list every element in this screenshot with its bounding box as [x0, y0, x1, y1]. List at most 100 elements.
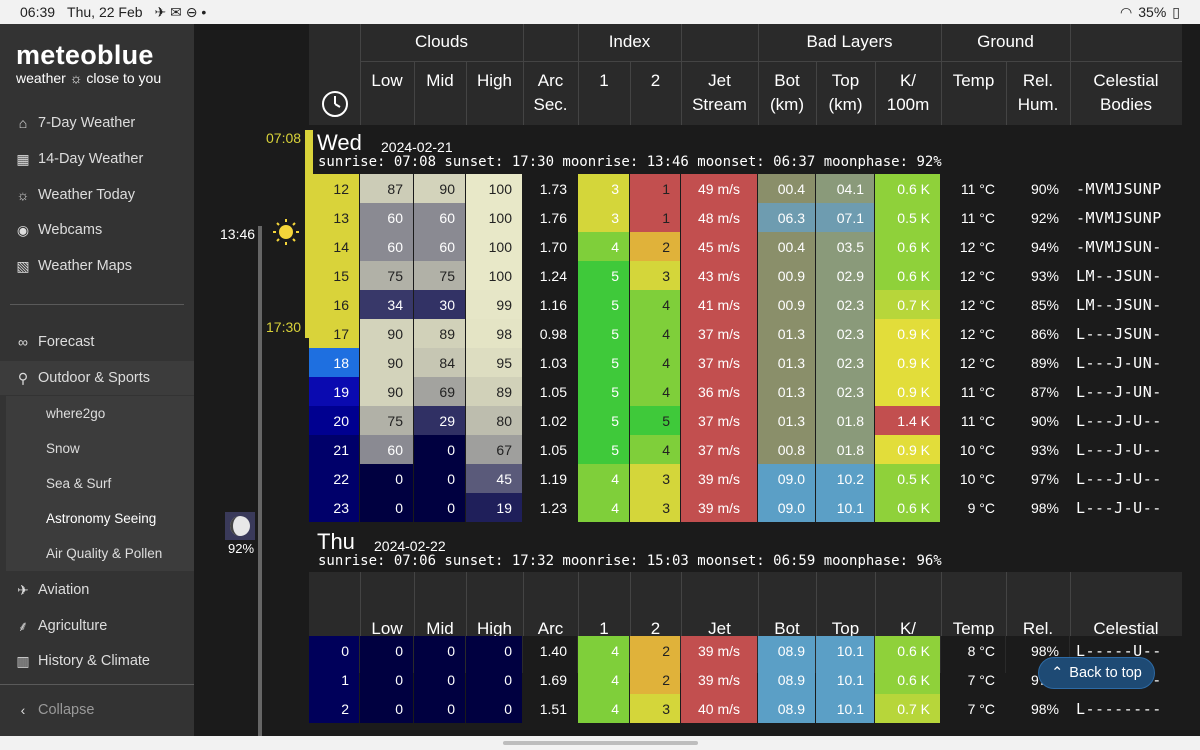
cell-arc: 0.98 — [523, 319, 577, 348]
table-row[interactable]: 18 90 84 95 1.03 5 4 37 m/s 01.3 02.3 0.9 K 12 °C 89… — [309, 348, 1182, 377]
subnav-item-2[interactable]: Sea & Surf — [6, 466, 194, 501]
cell-k: 0.7 K — [875, 290, 940, 319]
binoculars-icon: ∞ — [18, 334, 28, 350]
cell-low: 0 — [360, 665, 413, 694]
cell-i2: 3 — [630, 493, 680, 522]
nav-outdoor-sports[interactable]: ⚲ Outdoor & Sports — [0, 361, 194, 395]
column-label-line2: Bodies — [1100, 95, 1152, 114]
nav-label: Aviation — [38, 582, 90, 598]
cell-high: 99 — [466, 290, 522, 319]
cell-cel: -MVMJSUNP — [1070, 203, 1182, 232]
cell-i1: 4 — [578, 694, 629, 723]
table-row[interactable]: 23 0 0 19 1.23 4 3 39 m/s 09.0 10.1 0.6 K9 °C 98% L-… — [309, 493, 1182, 522]
cell-i1: 3 — [578, 203, 629, 232]
nav-label: History & Climate — [38, 653, 150, 669]
collapse-button[interactable]: ‹ Collapse — [0, 698, 194, 722]
table-row[interactable]: 17 90 89 98 0.98 5 4 37 m/s 01.3 02.3 0.9 K 12 °C 86… — [309, 319, 1182, 348]
cell-top: 01.8 — [816, 435, 874, 464]
cell-bot: 08.9 — [758, 694, 815, 723]
home-indicator[interactable] — [503, 741, 698, 745]
table-row[interactable]: 15 75 75 100 1.24 5 3 43 m/s 00.9 02.9 0.6 K 12 °C 9… — [309, 261, 1182, 290]
cell-high: 98 — [466, 319, 522, 348]
cell-bot: 00.4 — [758, 174, 815, 203]
cell-hum: 97% — [1006, 464, 1069, 493]
cell-k: 0.6 K — [875, 665, 940, 694]
cell-temp: 11 °C — [941, 174, 1005, 203]
clock-icon — [309, 90, 360, 125]
cell-arc: 1.40 — [523, 636, 577, 665]
cell-hum: 93% — [1006, 261, 1069, 290]
nav-label: Weather Maps — [38, 258, 133, 274]
cell-i1: 3 — [578, 174, 629, 203]
nav-item-0[interactable]: ⌂ 7-Day Weather — [0, 111, 194, 135]
cell-k: 0.6 K — [875, 493, 940, 522]
table-row[interactable]: 12 87 90 100 1.73 3 1 49 m/s 00.4 04.1 0.6 K 11 °C 9… — [309, 174, 1182, 203]
cell-k: 0.5 K — [875, 203, 940, 232]
cell-low: 60 — [360, 203, 413, 232]
nav3-item-1[interactable]: ⸙ Agriculture — [0, 614, 194, 638]
sunset-time: 17:30 — [266, 319, 302, 335]
column-label-10: K/100m — [875, 69, 941, 117]
nav-forecast[interactable]: ∞ Forecast — [0, 331, 194, 353]
column-label-9: Top (km) — [816, 69, 875, 117]
cell-h: 23 — [309, 493, 359, 522]
cell-arc: 1.05 — [523, 377, 577, 406]
cell-temp: 12 °C — [941, 261, 1005, 290]
moonphase-label: 92% — [228, 541, 255, 556]
cell-temp: 12 °C — [941, 319, 1005, 348]
nav-item-1[interactable]: ▦ 14-Day Weather — [0, 147, 194, 171]
cell-cel: L---J-U-- — [1070, 435, 1182, 464]
table-row[interactable]: 16 34 30 99 1.16 5 4 41 m/s 00.9 02.3 0.7 K 12 °C 85… — [309, 290, 1182, 319]
table-row[interactable]: 21 60 0 67 1.05 5 4 37 m/s 00.8 01.8 0.9 K 10 °C 93%… — [309, 435, 1182, 464]
column-label-line2: 2 — [650, 71, 661, 90]
sidebar: meteoblue weather ☼ close to you ⌂ 7-Day … — [0, 24, 194, 750]
cell-low: 34 — [360, 290, 413, 319]
nav3-item-0[interactable]: ✈ Aviation — [0, 578, 194, 602]
cell-jet: 41 m/s — [681, 290, 757, 319]
table-row[interactable]: 22 0 0 45 1.19 4 3 39 m/s 09.0 10.2 0.5 K 10 °C 97% L… — [309, 464, 1182, 493]
column-label-line2: (km) — [770, 95, 804, 114]
nav-label: Air Quality & Pollen — [46, 546, 163, 561]
cell-mid: 29 — [414, 406, 465, 435]
back-to-top-button[interactable]: ⌃ Back to top — [1038, 657, 1155, 689]
cell-h: 0 — [309, 636, 359, 665]
hiker-icon: ⚲ — [17, 369, 29, 386]
table-row[interactable]: 13 60 60 100 1.76 3 1 48 m/s 06.3 07.1 0.5 K 11 °C 9… — [309, 203, 1182, 232]
cell-i2: 4 — [630, 348, 680, 377]
cell-temp: 12 °C — [941, 290, 1005, 319]
column-label-4: Arc Sec. — [523, 69, 578, 117]
status-time: 06:39 — [20, 4, 56, 20]
cell-arc: 1.16 — [523, 290, 577, 319]
subnav-item-0[interactable]: where2go — [6, 396, 194, 431]
cell-cel: L---J-U-- — [1070, 493, 1182, 522]
column-label-line2: Stream — [692, 95, 747, 114]
cell-high: 45 — [466, 464, 522, 493]
cell-mid: 0 — [414, 636, 465, 665]
cell-bot: 08.9 — [758, 665, 815, 694]
meteoblue-logo[interactable]: meteoblue weather ☼ close to you — [16, 40, 161, 86]
nav-label: Webcams — [38, 222, 103, 238]
subnav-item-1[interactable]: Snow — [6, 431, 194, 466]
cell-bot: 00.4 — [758, 232, 815, 261]
subnav-item-3[interactable]: Astronomy Seeing — [6, 501, 194, 536]
nav-item-2[interactable]: ☼ Weather Today — [0, 183, 194, 207]
day-header: Wed 2024-02-21 sunrise: 07:08 sunset: 17:3… — [309, 125, 1182, 171]
subnav-item-4[interactable]: Air Quality & Pollen — [6, 536, 194, 571]
cell-low: 87 — [360, 174, 413, 203]
table-row[interactable]: 2 0 0 0 1.51 4 3 40 m/s 08.9 10.1 0.7 K7 °C 98% L---… — [309, 694, 1182, 723]
nav-item-3[interactable]: ◉ Webcams — [0, 218, 194, 242]
cell-cel: L---JSUN- — [1070, 319, 1182, 348]
cell-high: 80 — [466, 406, 522, 435]
table-row[interactable]: 19 90 69 89 1.05 5 4 36 m/s 01.3 02.3 0.9 K 11 °C 87… — [309, 377, 1182, 406]
cell-mid: 69 — [414, 377, 465, 406]
cell-hum: 94% — [1006, 232, 1069, 261]
cell-i1: 5 — [578, 435, 629, 464]
battery-icon: ▯ — [1172, 3, 1180, 20]
nav3-item-2[interactable]: ▥ History & Climate — [0, 649, 194, 673]
cell-mid: 0 — [414, 694, 465, 723]
table-row[interactable]: 14 60 60 100 1.70 4 2 45 m/s 00.4 03.5 0.6 K 12 °C 9… — [309, 232, 1182, 261]
cell-bot: 06.3 — [758, 203, 815, 232]
nav-item-4[interactable]: ▧ Weather Maps — [0, 254, 194, 278]
table-row[interactable]: 20 75 29 80 1.02 5 5 37 m/s 01.3 01.8 1.4 K 11 °C 90… — [309, 406, 1182, 435]
cell-temp: 10 °C — [941, 464, 1005, 493]
